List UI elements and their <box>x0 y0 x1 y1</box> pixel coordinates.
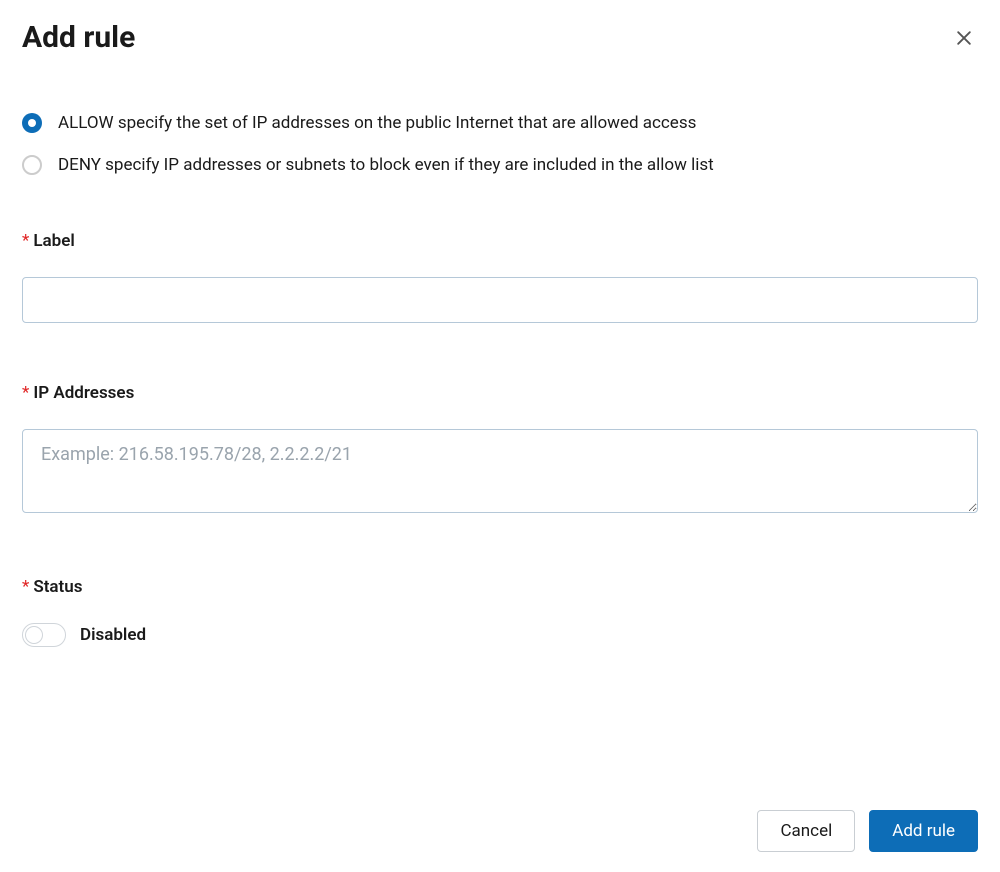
label-input[interactable] <box>22 277 978 323</box>
dialog-header: Add rule <box>22 20 978 55</box>
required-indicator: * <box>22 231 29 251</box>
radio-allow[interactable]: ALLOW specify the set of IP addresses on… <box>22 113 978 133</box>
status-field-group: *Status Disabled <box>22 577 978 647</box>
radio-deny[interactable]: DENY specify IP addresses or subnets to … <box>22 155 978 175</box>
required-indicator: * <box>22 577 29 597</box>
required-indicator: * <box>22 383 29 403</box>
dialog-title: Add rule <box>22 20 135 55</box>
status-row: Disabled <box>22 623 978 647</box>
status-field-title: *Status <box>22 577 978 597</box>
add-rule-button[interactable]: Add rule <box>869 810 978 852</box>
toggle-knob-icon <box>25 626 43 644</box>
status-text: Disabled <box>80 625 146 645</box>
ip-addresses-field-group: *IP Addresses <box>22 383 978 517</box>
status-toggle[interactable] <box>22 623 66 647</box>
ip-addresses-field-title: *IP Addresses <box>22 383 978 403</box>
close-button[interactable] <box>950 24 978 52</box>
radio-deny-label: DENY specify IP addresses or subnets to … <box>58 155 714 175</box>
close-icon <box>954 28 974 48</box>
label-field-title: *Label <box>22 231 978 251</box>
radio-allow-label: ALLOW specify the set of IP addresses on… <box>58 113 696 133</box>
rule-type-radio-group: ALLOW specify the set of IP addresses on… <box>22 113 978 175</box>
ip-addresses-input[interactable] <box>22 429 978 513</box>
radio-selected-icon <box>22 113 42 133</box>
radio-unselected-icon <box>22 155 42 175</box>
label-field-group: *Label <box>22 231 978 323</box>
cancel-button[interactable]: Cancel <box>757 810 855 852</box>
dialog-footer: Cancel Add rule <box>757 810 978 852</box>
